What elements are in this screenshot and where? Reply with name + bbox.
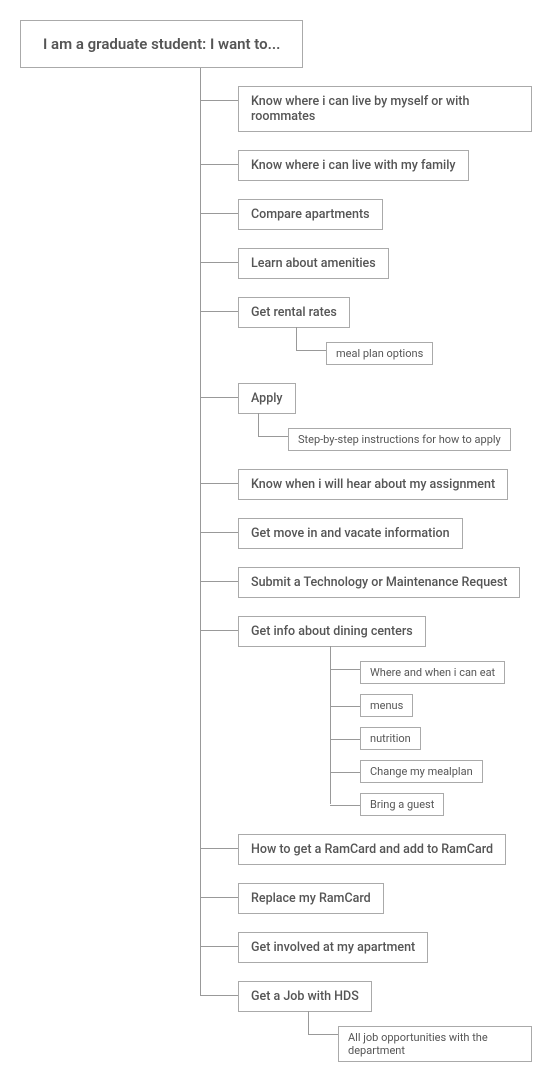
tree-node: Get rental rates meal plan options [200,279,532,365]
child-node: All job opportunities with the departmen… [308,1012,532,1062]
node-box: Compare apartments [238,199,383,230]
node-label: Apply [251,391,283,406]
node-label: Replace my RamCard [251,891,371,906]
child-box: Bring a guest [360,793,444,816]
tree-container: Know where i can live by myself or with … [200,68,532,1062]
child-node: nutrition [330,717,532,750]
child-label: nutrition [370,732,411,745]
node-label: Compare apartments [251,207,370,222]
tree-node: Know where i can live by myself or with … [200,68,532,132]
tree-node: Learn about amenities [200,230,532,279]
child-label: Bring a guest [370,798,434,811]
node-box: Apply [238,383,296,414]
tree-node: Know when i will hear about my assignmen… [200,451,532,500]
child-box: Where and when i can eat [360,661,505,684]
tree-node: Get a Job with HDS All job opportunities… [200,963,532,1062]
node-label: Learn about amenities [251,256,376,271]
tree-node: Replace my RamCard [200,865,532,914]
tree-node: Know where i can live with my family [200,132,532,181]
node-label: Get move in and vacate information [251,526,450,541]
child-label: Change my mealplan [370,765,473,778]
child-box: nutrition [360,727,421,750]
node-label: Know where i can live with my family [251,158,456,173]
children-group: meal plan options [296,328,532,365]
child-label: meal plan options [336,347,423,360]
tree-node: How to get a RamCard and add to RamCard [200,816,532,865]
child-node: menus [330,684,532,717]
root-node: I am a graduate student: I want to... [20,20,303,68]
node-label: Submit a Technology or Maintenance Reque… [251,575,507,590]
node-box: How to get a RamCard and add to RamCard [238,834,506,865]
child-box: meal plan options [326,342,433,365]
child-label: menus [370,699,403,712]
node-box: Know when i will hear about my assignmen… [238,469,508,500]
tree-node: Compare apartments [200,181,532,230]
child-label: Step-by-step instructions for how to app… [298,433,501,446]
tree-node: Get involved at my apartment [200,914,532,963]
node-box: Get involved at my apartment [238,932,428,963]
child-node: meal plan options [296,328,532,365]
node-box: Learn about amenities [238,248,389,279]
node-box: Submit a Technology or Maintenance Reque… [238,567,520,598]
child-node: Where and when i can eat [330,647,532,684]
node-box: Get a Job with HDS [238,981,372,1012]
child-box: menus [360,694,413,717]
child-box: Step-by-step instructions for how to app… [288,428,511,451]
child-node: Change my mealplan [330,750,532,783]
node-label: Know when i will hear about my assignmen… [251,477,495,492]
children-group: Step-by-step instructions for how to app… [258,414,532,451]
tree-node: Apply Step-by-step instructions for how … [200,365,532,451]
node-box: Know where i can live with my family [238,150,469,181]
child-node: Step-by-step instructions for how to app… [258,414,532,451]
node-box: Get info about dining centers [238,616,426,647]
node-label: Get involved at my apartment [251,940,415,955]
child-box: All job opportunities with the departmen… [338,1026,532,1062]
node-label: Know where i can live by myself or with … [251,94,469,124]
node-label: Get a Job with HDS [251,989,359,1004]
tree-node: Submit a Technology or Maintenance Reque… [200,549,532,598]
node-label: How to get a RamCard and add to RamCard [251,842,493,857]
node-box: Get rental rates [238,297,350,328]
child-box: Change my mealplan [360,760,483,783]
tree-node: Get move in and vacate information [200,500,532,549]
children-group: All job opportunities with the departmen… [308,1012,532,1062]
node-label: Get rental rates [251,305,337,320]
node-label: Get info about dining centers [251,624,413,639]
root-label: I am a graduate student: I want to... [43,35,280,53]
child-node: Bring a guest [330,783,532,816]
node-box: Get move in and vacate information [238,518,463,549]
child-label: All job opportunities with the departmen… [348,1031,488,1057]
children-group: Where and when i can eat menus nutrition… [330,647,532,816]
child-label: Where and when i can eat [370,666,495,679]
node-box: Replace my RamCard [238,883,384,914]
node-box: Know where i can live by myself or with … [238,86,532,132]
tree-node: Get info about dining centers Where and … [200,598,532,816]
